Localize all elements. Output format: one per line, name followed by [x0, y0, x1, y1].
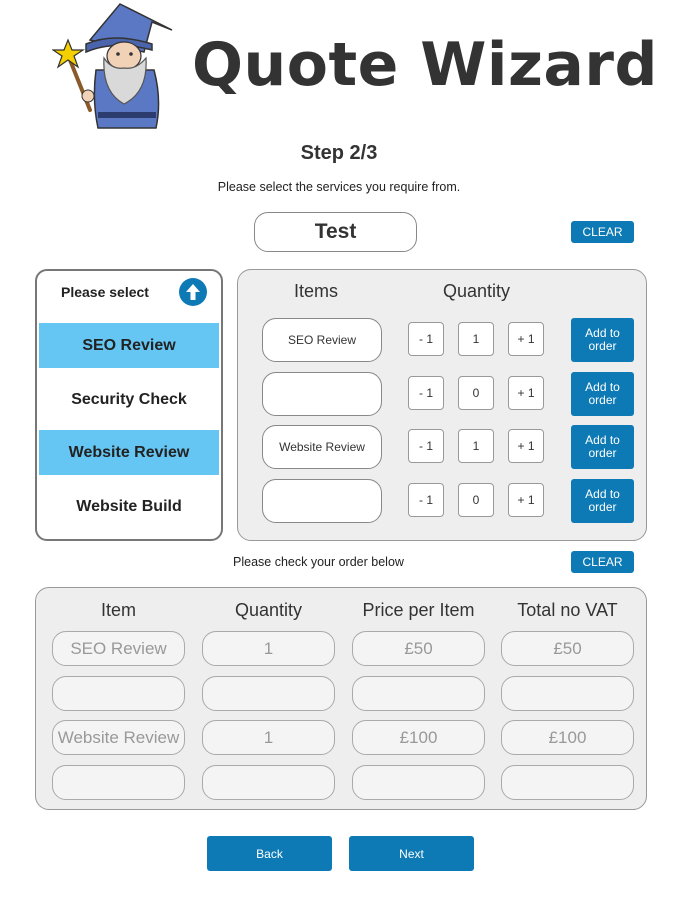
clear-order-button[interactable]: CLEAR [571, 551, 634, 573]
decrement-button[interactable]: - 1 [408, 429, 444, 463]
arrow-up-circle-icon[interactable] [179, 278, 207, 306]
order-header-item: Item [100, 600, 136, 620]
order-header-price: Price per Item [362, 600, 475, 620]
order-cell-price [352, 676, 485, 711]
items-panel: Items Quantity SEO Review - 1 1 + 1 Add … [237, 269, 647, 541]
order-cell-total: £100 [501, 720, 634, 755]
increment-button[interactable]: + 1 [508, 483, 544, 517]
increment-button[interactable]: + 1 [508, 376, 544, 410]
step-indicator: Step 2/3 [300, 142, 378, 164]
order-cell-total [501, 676, 634, 711]
item-name-field: SEO Review [262, 318, 382, 362]
order-cell-total: £50 [501, 631, 634, 666]
order-cell-item [52, 676, 185, 711]
item-name-field [262, 479, 382, 523]
quote-name-field[interactable]: Test [254, 212, 417, 252]
order-cell-quantity [202, 765, 335, 800]
quantity-field[interactable]: 0 [458, 376, 494, 410]
add-to-order-button[interactable]: Add to order [571, 318, 634, 362]
order-cell-quantity: 1 [202, 631, 335, 666]
quantity-field[interactable]: 0 [458, 483, 494, 517]
wizard-logo [51, 0, 177, 135]
next-button[interactable]: Next [349, 836, 474, 871]
order-cell-price: £100 [352, 720, 485, 755]
service-item-website-review[interactable]: Website Review [39, 430, 219, 475]
order-header-total: Total no VAT [517, 600, 618, 620]
increment-button[interactable]: + 1 [508, 429, 544, 463]
decrement-button[interactable]: - 1 [408, 483, 444, 517]
services-list: Please select SEO Review Security Check … [35, 269, 223, 541]
add-to-order-button[interactable]: Add to order [571, 425, 634, 469]
add-to-order-button[interactable]: Add to order [571, 479, 634, 523]
order-cell-quantity [202, 676, 335, 711]
item-name-field: Website Review [262, 425, 382, 469]
items-header: Items [294, 281, 339, 301]
order-cell-item: SEO Review [52, 631, 185, 666]
quantity-field[interactable]: 1 [458, 429, 494, 463]
service-item-website-build[interactable]: Website Build [39, 484, 219, 529]
service-item-seo-review[interactable]: SEO Review [39, 323, 219, 368]
instruction-text: Please select the services you require f… [217, 180, 461, 194]
order-cell-item: Website Review [52, 720, 185, 755]
quantity-field[interactable]: 1 [458, 322, 494, 356]
order-cell-price: £50 [352, 631, 485, 666]
decrement-button[interactable]: - 1 [408, 376, 444, 410]
order-cell-total [501, 765, 634, 800]
order-summary-panel: Item Quantity Price per Item Total no VA… [35, 587, 647, 810]
quantity-header: Quantity [443, 281, 511, 301]
order-cell-item [52, 765, 185, 800]
clear-selection-button[interactable]: CLEAR [571, 221, 634, 243]
back-button[interactable]: Back [207, 836, 332, 871]
decrement-button[interactable]: - 1 [408, 322, 444, 356]
app-title: Quote Wizard [192, 30, 658, 100]
add-to-order-button[interactable]: Add to order [571, 372, 634, 416]
item-name-field [262, 372, 382, 416]
order-header-quantity: Quantity [234, 600, 303, 620]
order-cell-price [352, 765, 485, 800]
check-order-text: Please check your order below [233, 555, 404, 569]
services-heading: Please select [61, 284, 149, 300]
order-cell-quantity: 1 [202, 720, 335, 755]
service-item-security-check[interactable]: Security Check [39, 377, 219, 422]
increment-button[interactable]: + 1 [508, 322, 544, 356]
